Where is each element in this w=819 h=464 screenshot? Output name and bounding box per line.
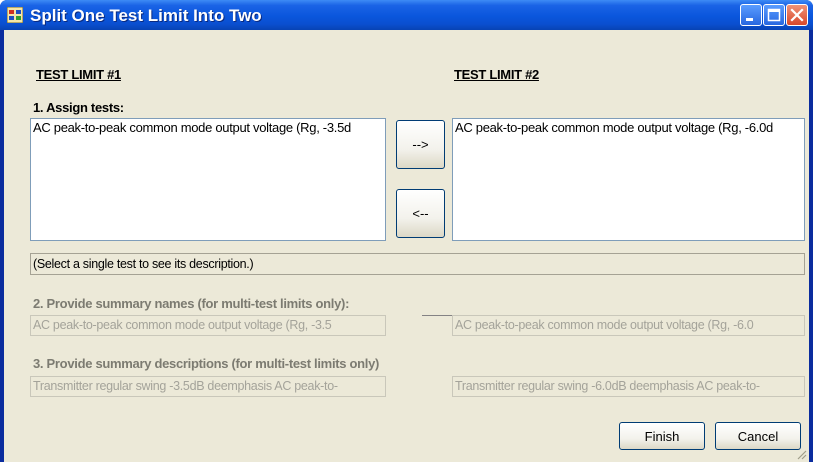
minimize-icon: [746, 18, 753, 21]
resize-grip-icon[interactable]: [795, 448, 807, 460]
maximize-icon: [767, 8, 781, 22]
close-icon: [790, 8, 804, 22]
title-bar[interactable]: Split One Test Limit Into Two: [0, 0, 813, 30]
cancel-button[interactable]: Cancel: [715, 422, 801, 450]
test-limit-2-list[interactable]: AC peak-to-peak common mode output volta…: [452, 118, 805, 241]
finish-button[interactable]: Finish: [619, 422, 705, 450]
test-limit-2-header: TEST LIMIT #2: [454, 67, 539, 82]
summary-descriptions-label: 3. Provide summary descriptions (for mul…: [33, 356, 380, 371]
dialog-client-area: TEST LIMIT #1 TEST LIMIT #2 1. Assign te…: [4, 30, 809, 462]
summary-description-1-field[interactable]: Transmitter regular swing -3.5dB deempha…: [30, 376, 386, 397]
maximize-button[interactable]: [763, 4, 785, 26]
app-icon: [7, 7, 23, 23]
move-right-button[interactable]: -->: [396, 120, 445, 169]
test-limit-1-header: TEST LIMIT #1: [36, 67, 121, 82]
window-title: Split One Test Limit Into Two: [30, 6, 262, 25]
test-description-box: (Select a single test to see its descrip…: [30, 253, 805, 275]
summary-name-2-field[interactable]: AC peak-to-peak common mode output volta…: [452, 315, 805, 336]
minimize-button[interactable]: [740, 4, 762, 26]
list-item[interactable]: AC peak-to-peak common mode output volta…: [31, 119, 385, 136]
move-left-button[interactable]: <--: [396, 189, 445, 238]
dialog-window: Split One Test Limit Into Two TEST LIMIT…: [0, 0, 813, 462]
close-button[interactable]: [786, 4, 808, 26]
summary-description-2-field[interactable]: Transmitter regular swing -6.0dB deempha…: [452, 376, 805, 397]
assign-tests-label: 1. Assign tests:: [33, 100, 124, 115]
list-item[interactable]: AC peak-to-peak common mode output volta…: [453, 119, 804, 136]
test-limit-1-list[interactable]: AC peak-to-peak common mode output volta…: [30, 118, 386, 241]
summary-name-1-field[interactable]: AC peak-to-peak common mode output volta…: [30, 315, 386, 336]
name-link-line: [422, 315, 452, 316]
summary-names-label: 2. Provide summary names (for multi-test…: [33, 296, 350, 311]
